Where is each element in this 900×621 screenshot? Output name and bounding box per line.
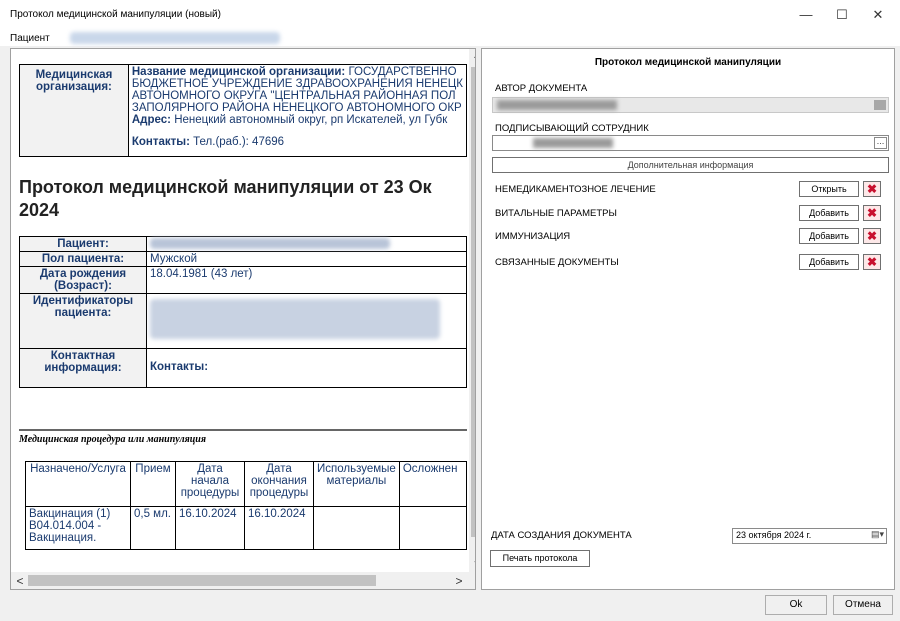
patient-name-redacted bbox=[70, 32, 280, 44]
add-vitals-button[interactable]: Добавить bbox=[799, 205, 859, 221]
ok-button[interactable]: Ok bbox=[765, 595, 827, 615]
cell-complications bbox=[398, 506, 467, 550]
add-related-button[interactable]: Добавить bbox=[799, 254, 859, 270]
title-bar: Протокол медицинской манипуляции (новый)… bbox=[0, 0, 900, 31]
open-nonmed-button[interactable]: Открыть bbox=[799, 181, 859, 197]
created-date-label: ДАТА СОЗДАНИЯ ДОКУМЕНТА bbox=[491, 530, 632, 541]
delete-nonmed-icon[interactable]: ✖ bbox=[863, 181, 881, 197]
minimize-button[interactable]: — bbox=[796, 6, 816, 24]
patient-table: Пациент: Пол пациента: Мужской Дата рожде… bbox=[19, 236, 467, 388]
signer-redacted bbox=[533, 138, 613, 148]
close-button[interactable]: ✕ bbox=[868, 6, 888, 24]
section-label-vitals: ВИТАЛЬНЫЕ ПАРАМЕТРЫ bbox=[495, 208, 617, 219]
signer-field[interactable]: … bbox=[492, 135, 889, 151]
col-header-start: Дата начала процедуры bbox=[175, 461, 245, 507]
document-heading-year: 2024 bbox=[19, 200, 60, 220]
author-redacted bbox=[497, 100, 617, 110]
contacts-label: Контакты: bbox=[131, 136, 190, 148]
contact-info-value: Контакты: bbox=[146, 348, 467, 388]
address-label: Адрес: bbox=[131, 114, 171, 126]
dob-label: Дата рождения (Возраст): bbox=[19, 266, 147, 294]
vertical-scroll-thumb[interactable] bbox=[471, 67, 475, 537]
dob-value: 18.04.1981 (43 лет) bbox=[146, 266, 467, 294]
scroll-left-icon[interactable]: < bbox=[12, 574, 28, 588]
sex-label: Пол пациента: bbox=[19, 251, 147, 267]
cell-service: Вакцинация (1) B04.014.004 - Вакцинация. bbox=[25, 506, 131, 550]
protocol-form-panel: Протокол медицинской манипуляции АВТОР Д… bbox=[481, 48, 895, 590]
created-date-value: 23 октября 2024 г. bbox=[736, 530, 812, 540]
scroll-up-icon[interactable]: ^ bbox=[469, 51, 475, 65]
cell-reception: 0,5 мл. bbox=[130, 506, 176, 550]
document-preview[interactable]: Медицинская организация: Название медици… bbox=[10, 48, 476, 590]
document-heading: Протокол медицинской манипуляции от 23 О… bbox=[19, 177, 432, 197]
signer-browse-icon[interactable]: … bbox=[874, 137, 887, 149]
author-label: АВТОР ДОКУМЕНТА bbox=[495, 83, 588, 94]
contact-info-label: Контактная информация: bbox=[19, 348, 147, 388]
scroll-down-icon[interactable]: ⌄ bbox=[469, 553, 475, 567]
col-header-end: Дата окончания процедуры bbox=[244, 461, 314, 507]
org-table: Медицинская организация: Название медици… bbox=[19, 64, 468, 157]
cell-materials bbox=[313, 506, 400, 550]
section-label-nonmed: НЕМЕДИКАМЕНТОЗНОЕ ЛЕЧЕНИЕ bbox=[495, 184, 656, 195]
col-header-complications: Осложнен bbox=[398, 461, 467, 507]
section-caption: Медицинская процедура или манипуляция bbox=[19, 434, 207, 445]
patient-name-redacted bbox=[150, 238, 390, 249]
more-info-button[interactable]: Дополнительная информация bbox=[492, 157, 889, 173]
menu-bar: Пациент bbox=[0, 30, 900, 46]
org-name-line2: БЮДЖЕТНОЕ УЧРЕЖДЕНИЕ ЗДРАВООХРАНЕНИЯ НЕН… bbox=[131, 78, 463, 90]
patient-label: Пациент: bbox=[19, 236, 147, 252]
org-name-line3: АВТОНОМНОГО ОКРУГА "ЦЕНТРАЛЬНАЯ РАЙОННАЯ… bbox=[131, 90, 456, 102]
sex-value: Мужской bbox=[146, 251, 467, 267]
created-date-picker[interactable]: 23 октября 2024 г. ▤▾ bbox=[732, 528, 887, 544]
cell-end: 16.10.2024 bbox=[244, 506, 314, 550]
col-header-materials: Используемые материалы bbox=[313, 461, 400, 507]
scroll-right-icon[interactable]: > bbox=[451, 574, 467, 588]
section-label-related: СВЯЗАННЫЕ ДОКУМЕНТЫ bbox=[495, 257, 619, 268]
cancel-button[interactable]: Отмена bbox=[833, 595, 893, 615]
maximize-button[interactable]: ☐ bbox=[832, 6, 852, 24]
panel-title: Протокол медицинской манипуляции bbox=[594, 57, 782, 68]
horizontal-scroll-thumb[interactable] bbox=[28, 575, 376, 586]
section-divider bbox=[19, 429, 467, 431]
org-name-value: ГОСУДАРСТВЕННО bbox=[348, 66, 457, 78]
patient-label: Пациент bbox=[10, 33, 50, 44]
procedure-table: Назначено/Услуга Прием Дата начала проце… bbox=[25, 461, 467, 550]
ids-label: Идентификаторы пациента: bbox=[19, 293, 147, 349]
print-protocol-button[interactable]: Печать протокола bbox=[490, 550, 590, 567]
contacts-value: Тел.(раб.): 47696 bbox=[193, 136, 285, 148]
delete-related-icon[interactable]: ✖ bbox=[863, 254, 881, 270]
author-field[interactable] bbox=[492, 97, 889, 113]
org-name-line4: ЗАПОЛЯРНОГО РАЙОНА НЕНЕЦКОГО АВТОНОМНОГО… bbox=[131, 102, 462, 114]
col-header-service: Назначено/Услуга bbox=[25, 461, 131, 507]
window-title: Протокол медицинской манипуляции (новый) bbox=[10, 9, 221, 20]
delete-immunization-icon[interactable]: ✖ bbox=[863, 228, 881, 244]
delete-vitals-icon[interactable]: ✖ bbox=[863, 205, 881, 221]
section-label-immunization: ИММУНИЗАЦИЯ bbox=[495, 231, 571, 242]
org-name-label: Название медицинской организации: bbox=[131, 66, 346, 78]
cell-start: 16.10.2024 bbox=[175, 506, 245, 550]
add-immunization-button[interactable]: Добавить bbox=[799, 228, 859, 244]
org-label: Медицинская организация: bbox=[19, 64, 129, 157]
signer-label: ПОДПИСЫВАЮЩИЙ СОТРУДНИК bbox=[495, 123, 649, 134]
ids-redacted bbox=[150, 299, 440, 339]
calendar-dropdown-icon[interactable]: ▤▾ bbox=[871, 529, 884, 540]
author-dropdown-icon[interactable] bbox=[874, 100, 886, 110]
address-value: Ненецкий автономный округ, рп Искателей,… bbox=[174, 114, 448, 126]
col-header-reception: Прием bbox=[130, 461, 176, 507]
